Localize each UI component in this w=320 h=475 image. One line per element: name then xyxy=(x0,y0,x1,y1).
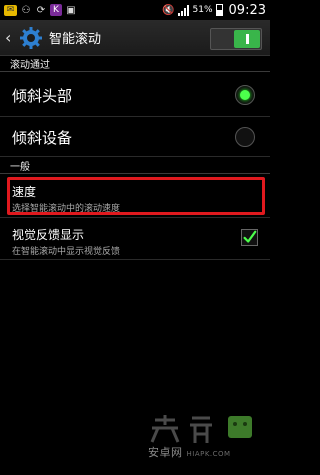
watermark-text: 安卓网 HIAPK.COM xyxy=(148,446,231,459)
radio-tilt-device[interactable] xyxy=(235,127,255,147)
visual-feedback-checkbox[interactable] xyxy=(241,229,258,246)
settings-gear-icon[interactable] xyxy=(19,26,43,50)
app-notification-icon: K xyxy=(50,4,62,16)
page-title: 智能滚动 xyxy=(49,32,102,47)
sync-icon: ⟳ xyxy=(36,4,46,16)
clock: 09:23 xyxy=(228,2,266,18)
radio-tilt-head[interactable] xyxy=(235,85,255,105)
visual-feedback-row[interactable]: 视觉反馈显示 在智能滚动中显示视觉反馈 xyxy=(0,220,270,260)
watermark-logo xyxy=(150,415,252,443)
section-header-scroll-by: 滚动通过 xyxy=(0,56,270,72)
highlight-frame xyxy=(7,177,265,215)
option-label: 倾斜头部 xyxy=(12,87,73,105)
battery-icon xyxy=(215,4,223,16)
option-row-tilt-device[interactable]: 倾斜设备 xyxy=(0,117,270,157)
smart-scroll-toggle[interactable] xyxy=(210,28,262,50)
action-bar: ‹ 智能滚动 xyxy=(0,20,270,56)
option-row-tilt-head[interactable]: 倾斜头部 xyxy=(0,73,270,117)
status-bar: ✉ ⚇ ⟳ K ▣ 🔇 51% 09:23 xyxy=(0,0,270,20)
back-icon[interactable]: ‹ xyxy=(0,28,17,47)
option-label: 倾斜设备 xyxy=(12,129,73,147)
toggle-knob xyxy=(234,30,260,48)
battery-percent: 51% xyxy=(192,5,213,15)
signal-icon xyxy=(177,4,190,16)
visual-feedback-subtitle: 在智能滚动中显示视觉反馈 xyxy=(12,247,121,257)
section-header-general: 一般 xyxy=(0,158,270,174)
image-icon: ▣ xyxy=(66,4,76,16)
mail-icon: ✉ xyxy=(4,4,17,16)
usb-icon: ⚇ xyxy=(21,4,31,16)
mute-icon: 🔇 xyxy=(162,4,175,16)
visual-feedback-title: 视觉反馈显示 xyxy=(12,228,85,242)
